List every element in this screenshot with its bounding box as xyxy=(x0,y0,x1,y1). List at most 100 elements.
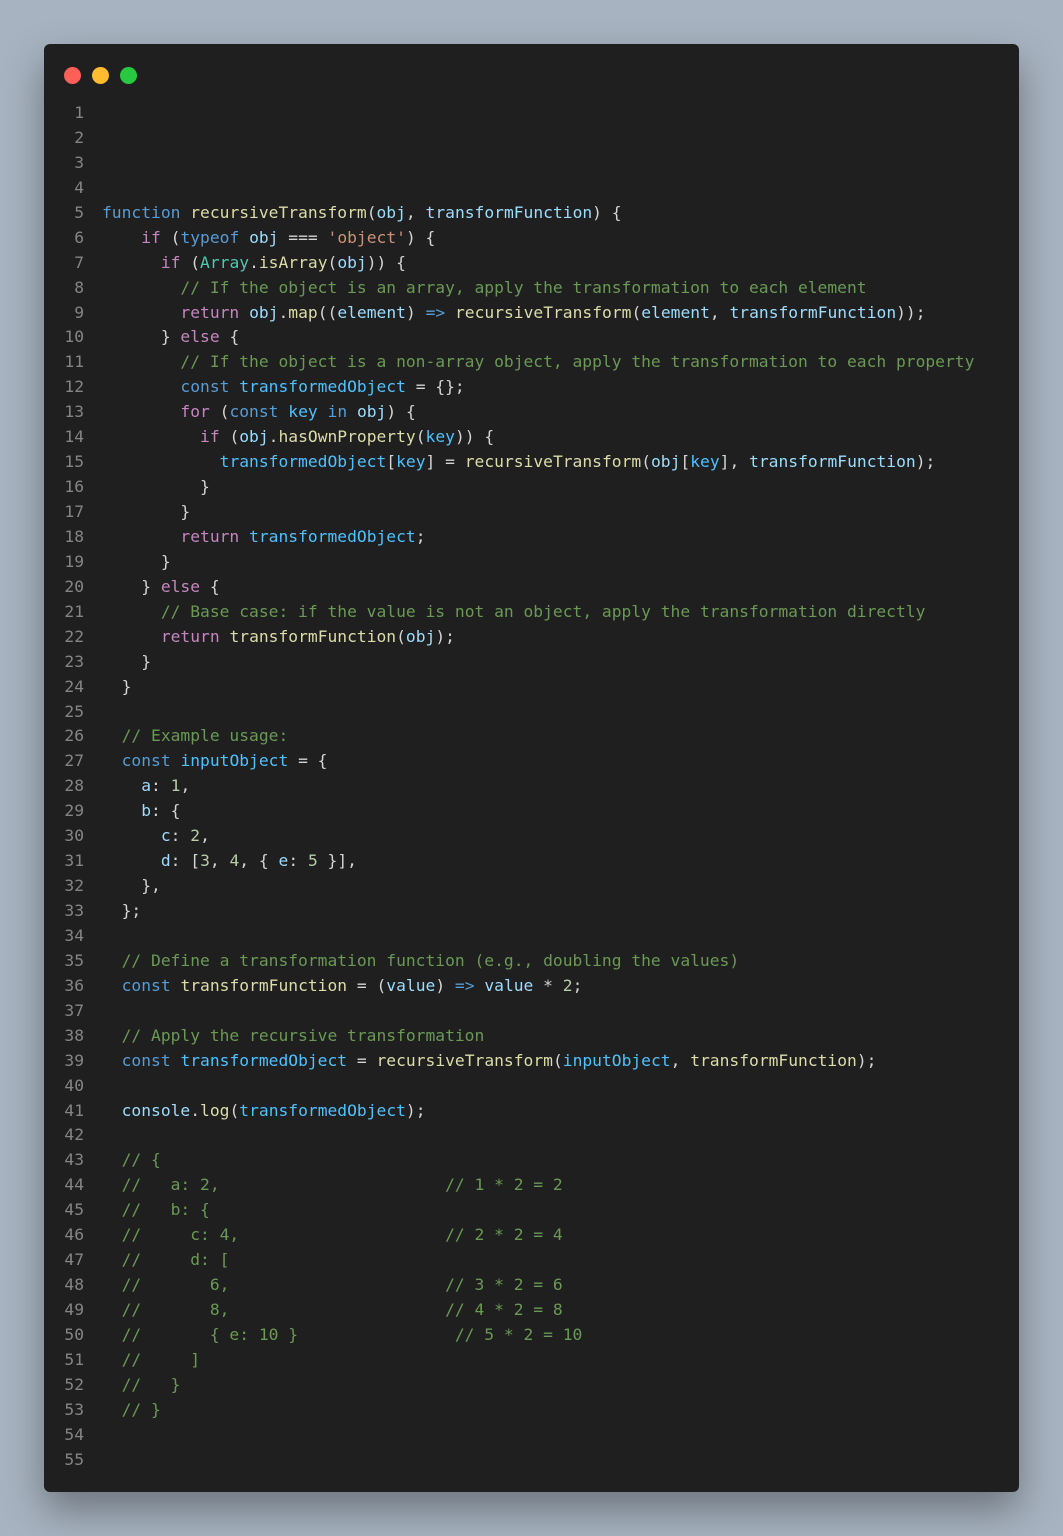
line-number: 31 xyxy=(64,851,84,871)
code-token: const xyxy=(121,1050,171,1070)
line-content: b: { xyxy=(84,799,180,824)
code-line: 34 xyxy=(44,924,1019,949)
line-content: } xyxy=(84,500,190,525)
code-token: , xyxy=(405,202,426,222)
code-token: 5 xyxy=(307,851,318,871)
code-token: , xyxy=(200,826,210,846)
code-line: 22 return transformFunction(obj); xyxy=(44,625,1019,650)
code-editor[interactable]: 1 2 3 4 5 function recursiveTransform(obj, tr… xyxy=(44,101,1019,1473)
code-token: transformFunction xyxy=(425,202,593,222)
line-content: }, xyxy=(84,874,161,899)
code-token: }; xyxy=(102,901,142,920)
line-content: // If the object is an array, apply the … xyxy=(84,276,866,301)
code-token: // Example usage: xyxy=(121,726,289,746)
code-line: 48 // 6, // 3 * 2 = 6 xyxy=(44,1273,1019,1298)
code-line: 42 xyxy=(44,1123,1019,1148)
code-token: // Define a transformation function (e.g… xyxy=(121,950,740,970)
line-number: 39 xyxy=(64,1050,84,1070)
code-line: 53 // } xyxy=(44,1398,1019,1423)
code-token: key xyxy=(288,402,318,422)
code-line: 40 xyxy=(44,1074,1019,1099)
code-token: => xyxy=(454,975,475,995)
code-token: obj xyxy=(337,252,367,272)
line-content: // ] xyxy=(84,1348,200,1373)
code-line: 3 xyxy=(44,151,1019,176)
code-token: // d: [ xyxy=(121,1250,230,1270)
line-content: // c: 4, // 2 * 2 = 4 xyxy=(84,1223,563,1248)
code-line: 27 const inputObject = { xyxy=(44,749,1019,774)
code-token: . xyxy=(190,1100,201,1120)
line-content: // Example usage: xyxy=(84,724,289,749)
code-token: // ] xyxy=(121,1349,201,1369)
code-token: 1 xyxy=(170,776,181,796)
code-line: 35 // Define a transformation function (… xyxy=(44,949,1019,974)
minimize-button[interactable] xyxy=(92,67,109,84)
code-token: . xyxy=(249,252,259,272)
line-number: 19 xyxy=(64,551,84,571)
code-line: 39 const transformedObject = recursiveTr… xyxy=(44,1049,1019,1074)
line-content: // Apply the recursive transformation xyxy=(84,1024,485,1049)
code-line: 32 }, xyxy=(44,874,1019,899)
line-number: 46 xyxy=(64,1225,84,1245)
line-number: 1 xyxy=(74,103,84,122)
code-token: for xyxy=(180,402,210,422)
line-content: if (obj.hasOwnProperty(key)) { xyxy=(84,425,494,450)
line-content: d: [3, 4, { e: 5 }], xyxy=(84,849,357,874)
code-token: : { xyxy=(151,801,181,821)
code-line: 24 } xyxy=(44,675,1019,700)
code-token: // a: 2, // 1 * 2 = 2 xyxy=(121,1175,563,1195)
code-line: 12 const transformedObject = {}; xyxy=(44,375,1019,400)
line-content: const transformedObject = recursiveTrans… xyxy=(84,1049,877,1074)
code-token: // 8, // 4 * 2 = 8 xyxy=(121,1300,563,1319)
code-line: 21 // Base case: if the value is not an … xyxy=(44,600,1019,625)
code-token: obj xyxy=(239,427,269,447)
code-line: 15 transformedObject[key] = recursiveTra… xyxy=(44,450,1019,475)
line-number: 13 xyxy=(64,402,84,422)
close-button[interactable] xyxy=(64,67,81,84)
code-line: 4 xyxy=(44,176,1019,201)
code-token: Array xyxy=(200,252,250,272)
code-token: in xyxy=(327,402,348,422)
code-line: 33 }; xyxy=(44,899,1019,924)
code-line: 38 // Apply the recursive transformation xyxy=(44,1024,1019,1049)
code-token: ( xyxy=(209,402,230,422)
code-line: 28 a: 1, xyxy=(44,774,1019,799)
code-token: ] = xyxy=(425,452,465,472)
code-window: 1 2 3 4 5 function recursiveTransform(obj, tr… xyxy=(44,44,1019,1492)
code-line: 36 const transformFunction = (value) => … xyxy=(44,974,1019,999)
code-token: // Apply the recursive transformation xyxy=(121,1025,485,1045)
code-token: transformFunction xyxy=(180,975,348,995)
code-token: // } xyxy=(121,1399,161,1419)
code-line: 31 d: [3, 4, { e: 5 }], xyxy=(44,849,1019,874)
line-number: 40 xyxy=(64,1075,84,1095)
maximize-button[interactable] xyxy=(120,67,137,84)
line-number: 51 xyxy=(64,1349,84,1369)
line-content xyxy=(84,176,102,201)
line-content: if (typeof obj === 'object') { xyxy=(84,226,435,251)
line-content: // 8, // 4 * 2 = 8 xyxy=(84,1298,563,1323)
code-token: value xyxy=(386,975,436,995)
line-content: // Define a transformation function (e.g… xyxy=(84,949,740,974)
code-line: 52 // } xyxy=(44,1373,1019,1398)
code-token: // If the object is a non-array object, … xyxy=(180,352,975,372)
line-content: return transformedObject; xyxy=(84,525,425,550)
code-token: , xyxy=(209,851,230,871)
code-token: const xyxy=(180,377,230,397)
code-token: return xyxy=(180,526,240,546)
line-number: 38 xyxy=(64,1025,84,1045)
code-line: 6 if (typeof obj === 'object') { xyxy=(44,226,1019,251)
code-token: transformedObject xyxy=(239,377,406,397)
code-token: recursiveTransform xyxy=(190,202,367,222)
code-token: )) { xyxy=(454,427,495,447)
code-token: transformedObject xyxy=(180,1050,348,1070)
line-number: 21 xyxy=(64,601,84,621)
